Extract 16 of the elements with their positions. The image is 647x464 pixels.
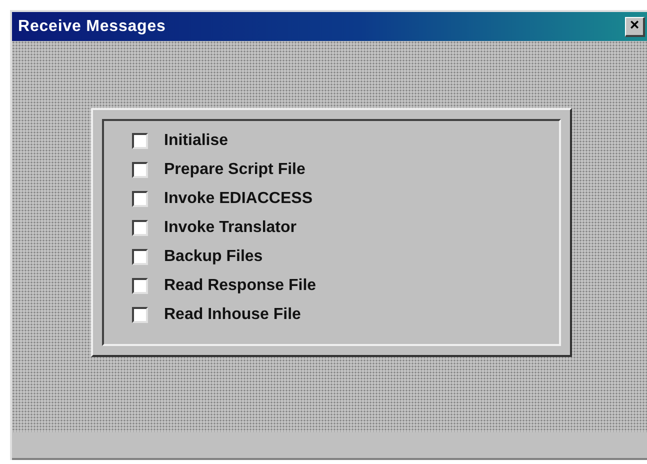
checkbox-label: Initialise — [164, 131, 228, 151]
checkbox-label: Read Response File — [164, 276, 316, 296]
checkbox[interactable] — [132, 133, 148, 149]
checkbox-label: Prepare Script File — [164, 160, 306, 180]
checkbox-label: Read Inhouse File — [164, 305, 301, 325]
checkbox[interactable] — [132, 162, 148, 178]
checkbox[interactable] — [132, 249, 148, 265]
checkbox[interactable] — [132, 191, 148, 207]
checkbox-label: Invoke EDIACCESS — [164, 189, 312, 209]
checkbox[interactable] — [132, 220, 148, 236]
checkbox[interactable] — [132, 307, 148, 323]
window-title: Receive Messages — [18, 16, 166, 36]
checkbox-label: Invoke Translator — [164, 218, 296, 238]
checkbox-label: Backup Files — [164, 247, 263, 267]
checkbox[interactable] — [132, 278, 148, 294]
close-button[interactable]: × — [625, 16, 645, 36]
